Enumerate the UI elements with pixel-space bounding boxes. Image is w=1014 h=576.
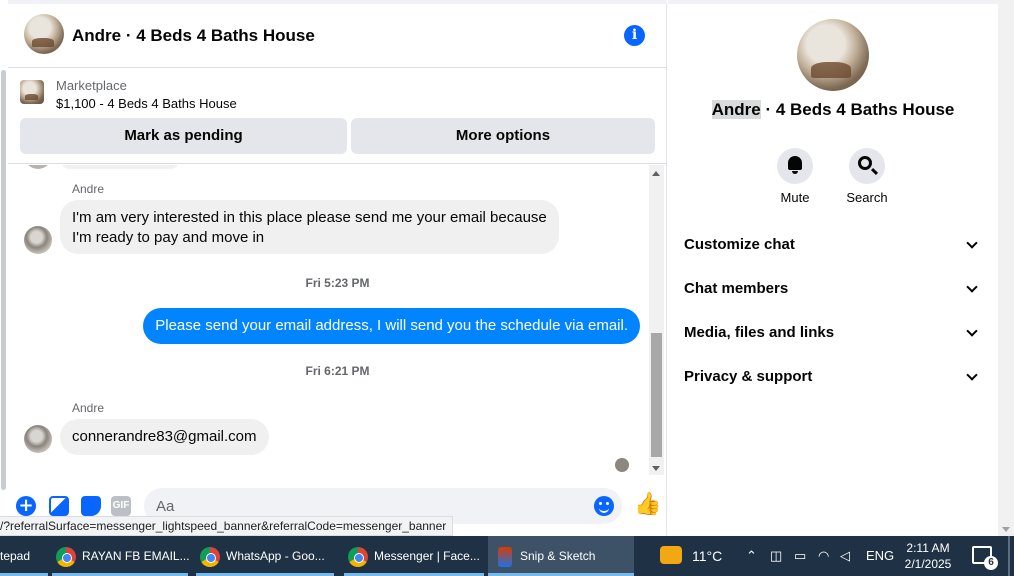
incoming-message[interactable]: connerandre83@gmail.com xyxy=(60,419,269,455)
section-privacy-support[interactable]: Privacy & support xyxy=(684,366,984,390)
windows-taskbar: tepad RAYAN FB EMAIL... WhatsApp - Goo..… xyxy=(0,536,1014,576)
left-scrollbar[interactable] xyxy=(1,70,6,490)
marketplace-banner: Marketplace $1,100 - 4 Beds 4 Baths Hous… xyxy=(8,68,667,164)
avatar xyxy=(24,165,52,169)
temperature[interactable]: 11°C xyxy=(692,536,722,576)
search-icon xyxy=(858,156,872,170)
timestamp: Fri 6:21 PM xyxy=(305,364,370,378)
message-bubble-partial xyxy=(60,165,180,169)
sender-name: Andre xyxy=(72,182,105,196)
timestamp: Fri 5:23 PM xyxy=(305,276,370,290)
page-scrollbar[interactable] xyxy=(998,0,1014,536)
chevron-up-icon[interactable]: ⌃ xyxy=(746,536,757,576)
search-button[interactable]: Search xyxy=(837,148,897,205)
meet-now-icon[interactable]: ◫ xyxy=(770,536,782,576)
scroll-up-arrow-icon[interactable] xyxy=(652,171,660,176)
listing-avatar[interactable] xyxy=(24,14,64,54)
clock[interactable]: 2:11 AM 2/1/2025 xyxy=(898,540,958,572)
bell-icon xyxy=(788,156,802,174)
section-media-files-links[interactable]: Media, files and links xyxy=(684,322,984,346)
battery-icon[interactable]: ▭ xyxy=(794,536,806,576)
listing-thumbnail[interactable] xyxy=(20,80,44,104)
chrome-icon xyxy=(348,546,368,567)
date: 2/1/2025 xyxy=(904,557,952,571)
section-customize-chat[interactable]: Customize chat xyxy=(684,234,984,258)
message-scrollbar[interactable] xyxy=(649,165,664,475)
thumbs-up-icon[interactable]: 👍 xyxy=(634,494,661,516)
plus-icon[interactable]: + xyxy=(16,496,36,516)
sticker-icon[interactable] xyxy=(81,496,101,516)
more-options-button[interactable]: More options xyxy=(351,118,655,154)
chevron-down-icon xyxy=(966,325,978,337)
volume-icon[interactable]: ◁ xyxy=(840,536,850,576)
taskbar-item-label: RAYAN FB EMAIL... xyxy=(82,549,190,563)
search-label: Search xyxy=(846,190,888,205)
gif-icon[interactable]: GIF xyxy=(111,496,131,516)
conversation-name: Andre · 4 Beds 4 Baths House xyxy=(668,100,998,120)
chat-header: Andre · 4 Beds 4 Baths House i xyxy=(8,4,667,68)
chat-title[interactable]: Andre · 4 Beds 4 Baths House xyxy=(72,26,315,46)
scroll-down-arrow-icon[interactable] xyxy=(1002,527,1010,532)
snip-sketch-icon xyxy=(498,546,512,567)
chrome-icon xyxy=(56,546,76,567)
chat-panel: Andre · 4 Beds 4 Baths House i Marketpla… xyxy=(8,0,667,536)
taskbar-item-chrome-rayan[interactable]: RAYAN FB EMAIL... xyxy=(52,536,190,576)
wifi-icon[interactable]: ◠ xyxy=(818,536,829,576)
incoming-message[interactable]: I'm am very interested in this place ple… xyxy=(60,200,559,254)
taskbar-item-label: tepad xyxy=(0,549,31,563)
profile-avatar[interactable] xyxy=(797,19,869,91)
taskbar-item-label: WhatsApp - Goo... xyxy=(226,549,325,563)
section-chat-members[interactable]: Chat members xyxy=(684,278,984,302)
mute-circle[interactable] xyxy=(777,148,813,184)
link-status-bar: /?referralSurface=messenger_lightspeed_b… xyxy=(0,516,454,536)
seen-indicator-avatar xyxy=(615,458,629,472)
conversation-details-panel: Andre · 4 Beds 4 Baths House Mute Search… xyxy=(668,0,998,536)
notification-count-badge: 6 xyxy=(984,556,998,570)
info-icon[interactable]: i xyxy=(624,25,645,46)
mute-label: Mute xyxy=(780,190,810,205)
sender-name: Andre xyxy=(72,401,105,415)
avatar[interactable] xyxy=(24,425,52,453)
language-indicator[interactable]: ENG xyxy=(866,536,894,576)
image-icon[interactable] xyxy=(49,496,69,516)
mute-button[interactable]: Mute xyxy=(765,148,825,205)
scroll-thumb[interactable] xyxy=(651,333,662,457)
taskbar-item-messenger[interactable]: Messenger | Face... xyxy=(344,536,484,576)
outgoing-message[interactable]: Please send your email address, I will s… xyxy=(143,308,640,344)
top-divider xyxy=(668,0,998,4)
weather-icon[interactable] xyxy=(660,546,682,564)
taskbar-item-notepad[interactable]: tepad xyxy=(0,536,48,576)
avatar[interactable] xyxy=(24,226,52,254)
taskbar-item-label: Messenger | Face... xyxy=(374,549,480,563)
section-label: Privacy & support xyxy=(684,368,813,385)
left-scroll-strip xyxy=(0,0,8,536)
chevron-down-icon xyxy=(966,369,978,381)
message-list: Andre I'm am very interested in this pla… xyxy=(8,165,667,478)
section-label: Customize chat xyxy=(684,236,795,253)
chevron-down-icon xyxy=(966,237,978,249)
taskbar-item-whatsapp[interactable]: WhatsApp - Goo... xyxy=(196,536,334,576)
section-label: Chat members xyxy=(684,280,789,297)
search-circle[interactable] xyxy=(849,148,885,184)
chrome-icon xyxy=(200,546,220,567)
section-label: Media, files and links xyxy=(684,324,835,341)
name-highlight: Andre xyxy=(711,100,761,119)
chevron-down-icon xyxy=(966,281,978,293)
listing-price-title[interactable]: $1,100 - 4 Beds 4 Baths House xyxy=(56,96,237,111)
show-desktop-button[interactable] xyxy=(1008,536,1010,576)
mark-as-pending-button[interactable]: Mark as pending xyxy=(20,118,347,154)
emoji-icon[interactable] xyxy=(594,496,614,516)
time: 2:11 AM xyxy=(906,541,950,555)
marketplace-label: Marketplace xyxy=(56,78,127,93)
taskbar-item-label: Snip & Sketch xyxy=(520,549,596,563)
taskbar-item-snip-sketch[interactable]: Snip & Sketch xyxy=(488,536,634,576)
scroll-down-arrow-icon[interactable] xyxy=(652,466,660,471)
message-input[interactable] xyxy=(156,496,576,516)
name-rest: · 4 Beds 4 Baths House xyxy=(760,100,955,119)
